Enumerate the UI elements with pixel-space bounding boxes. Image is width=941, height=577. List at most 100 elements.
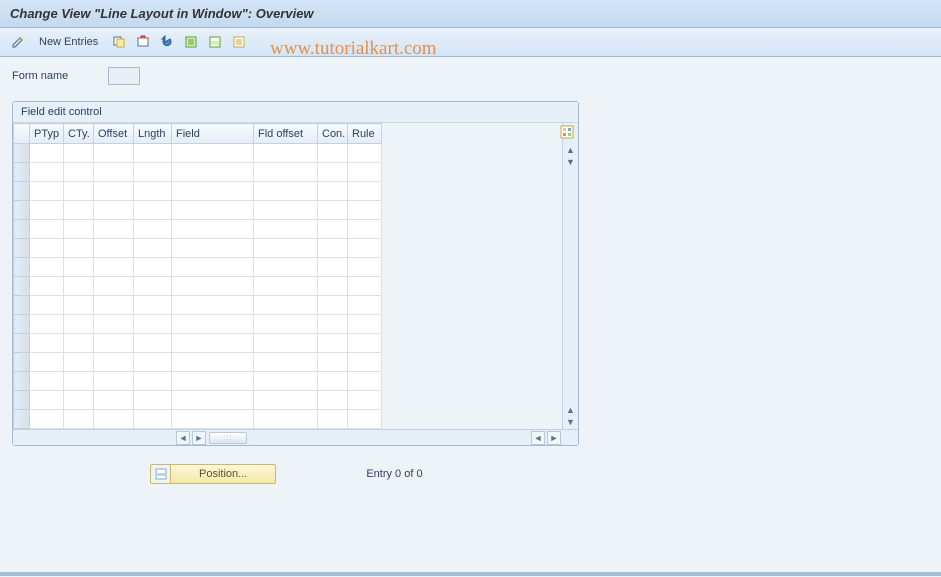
cell-ptyp[interactable] [30, 258, 64, 277]
cell-cty[interactable] [64, 353, 94, 372]
cell-fldoffset[interactable] [254, 315, 318, 334]
cell-field[interactable] [172, 182, 254, 201]
cell-fldoffset[interactable] [254, 220, 318, 239]
row-selector[interactable] [14, 163, 30, 182]
cell-offset[interactable] [94, 334, 134, 353]
cell-con[interactable] [318, 410, 348, 429]
cell-con[interactable] [318, 277, 348, 296]
deselect-all-icon[interactable] [229, 32, 249, 52]
cell-con[interactable] [318, 239, 348, 258]
cell-offset[interactable] [94, 296, 134, 315]
cell-fldoffset[interactable] [254, 277, 318, 296]
cell-lngth[interactable] [134, 239, 172, 258]
copy-as-icon[interactable] [109, 32, 129, 52]
cell-lngth[interactable] [134, 163, 172, 182]
cell-ptyp[interactable] [30, 391, 64, 410]
cell-offset[interactable] [94, 410, 134, 429]
row-selector[interactable] [14, 353, 30, 372]
cell-rule[interactable] [348, 410, 382, 429]
cell-fldoffset[interactable] [254, 353, 318, 372]
hscroll-right-icon[interactable]: ► [192, 431, 206, 445]
cell-lngth[interactable] [134, 410, 172, 429]
cell-rule[interactable] [348, 182, 382, 201]
cell-field[interactable] [172, 410, 254, 429]
col-fldoffset[interactable]: Fld offset [254, 124, 318, 144]
row-selector[interactable] [14, 182, 30, 201]
cell-con[interactable] [318, 372, 348, 391]
row-selector[interactable] [14, 239, 30, 258]
cell-con[interactable] [318, 258, 348, 277]
cell-con[interactable] [318, 182, 348, 201]
scroll-up-bottom-icon[interactable]: ▲ [566, 405, 575, 415]
col-lngth[interactable]: Lngth [134, 124, 172, 144]
cell-field[interactable] [172, 163, 254, 182]
cell-cty[interactable] [64, 239, 94, 258]
cell-offset[interactable] [94, 144, 134, 163]
cell-fldoffset[interactable] [254, 391, 318, 410]
position-button[interactable]: Position... [150, 464, 276, 484]
cell-field[interactable] [172, 144, 254, 163]
cell-cty[interactable] [64, 182, 94, 201]
cell-fldoffset[interactable] [254, 410, 318, 429]
cell-con[interactable] [318, 315, 348, 334]
cell-con[interactable] [318, 163, 348, 182]
hscroll-right-end-icon[interactable]: ► [547, 431, 561, 445]
cell-fldoffset[interactable] [254, 163, 318, 182]
cell-ptyp[interactable] [30, 334, 64, 353]
col-offset[interactable]: Offset [94, 124, 134, 144]
cell-field[interactable] [172, 239, 254, 258]
cell-offset[interactable] [94, 372, 134, 391]
cell-con[interactable] [318, 144, 348, 163]
scroll-up-icon[interactable]: ▲ [566, 145, 575, 155]
cell-cty[interactable] [64, 220, 94, 239]
cell-fldoffset[interactable] [254, 372, 318, 391]
cell-con[interactable] [318, 220, 348, 239]
cell-fldoffset[interactable] [254, 239, 318, 258]
select-all-rows[interactable] [14, 124, 30, 144]
cell-field[interactable] [172, 258, 254, 277]
cell-ptyp[interactable] [30, 315, 64, 334]
cell-cty[interactable] [64, 163, 94, 182]
cell-fldoffset[interactable] [254, 201, 318, 220]
cell-lngth[interactable] [134, 277, 172, 296]
cell-field[interactable] [172, 372, 254, 391]
cell-ptyp[interactable] [30, 144, 64, 163]
cell-con[interactable] [318, 353, 348, 372]
select-all-icon[interactable] [181, 32, 201, 52]
cell-field[interactable] [172, 391, 254, 410]
cell-con[interactable] [318, 296, 348, 315]
col-con[interactable]: Con. [318, 124, 348, 144]
cell-ptyp[interactable] [30, 201, 64, 220]
cell-ptyp[interactable] [30, 410, 64, 429]
cell-ptyp[interactable] [30, 163, 64, 182]
cell-ptyp[interactable] [30, 296, 64, 315]
cell-field[interactable] [172, 296, 254, 315]
new-entries-button[interactable]: New Entries [32, 33, 105, 51]
row-selector[interactable] [14, 296, 30, 315]
row-selector[interactable] [14, 258, 30, 277]
cell-lngth[interactable] [134, 334, 172, 353]
row-selector[interactable] [14, 410, 30, 429]
cell-cty[interactable] [64, 258, 94, 277]
scroll-down-bottom-icon[interactable]: ▼ [566, 417, 575, 427]
cell-ptyp[interactable] [30, 353, 64, 372]
cell-offset[interactable] [94, 353, 134, 372]
cell-rule[interactable] [348, 334, 382, 353]
cell-offset[interactable] [94, 182, 134, 201]
cell-ptyp[interactable] [30, 372, 64, 391]
cell-rule[interactable] [348, 315, 382, 334]
cell-ptyp[interactable] [30, 277, 64, 296]
cell-cty[interactable] [64, 334, 94, 353]
cell-rule[interactable] [348, 353, 382, 372]
cell-rule[interactable] [348, 277, 382, 296]
row-selector[interactable] [14, 277, 30, 296]
undo-change-icon[interactable] [157, 32, 177, 52]
toggle-display-change-icon[interactable] [8, 32, 28, 52]
cell-fldoffset[interactable] [254, 334, 318, 353]
cell-offset[interactable] [94, 220, 134, 239]
cell-cty[interactable] [64, 277, 94, 296]
cell-ptyp[interactable] [30, 239, 64, 258]
delete-icon[interactable] [133, 32, 153, 52]
cell-ptyp[interactable] [30, 220, 64, 239]
cell-offset[interactable] [94, 315, 134, 334]
